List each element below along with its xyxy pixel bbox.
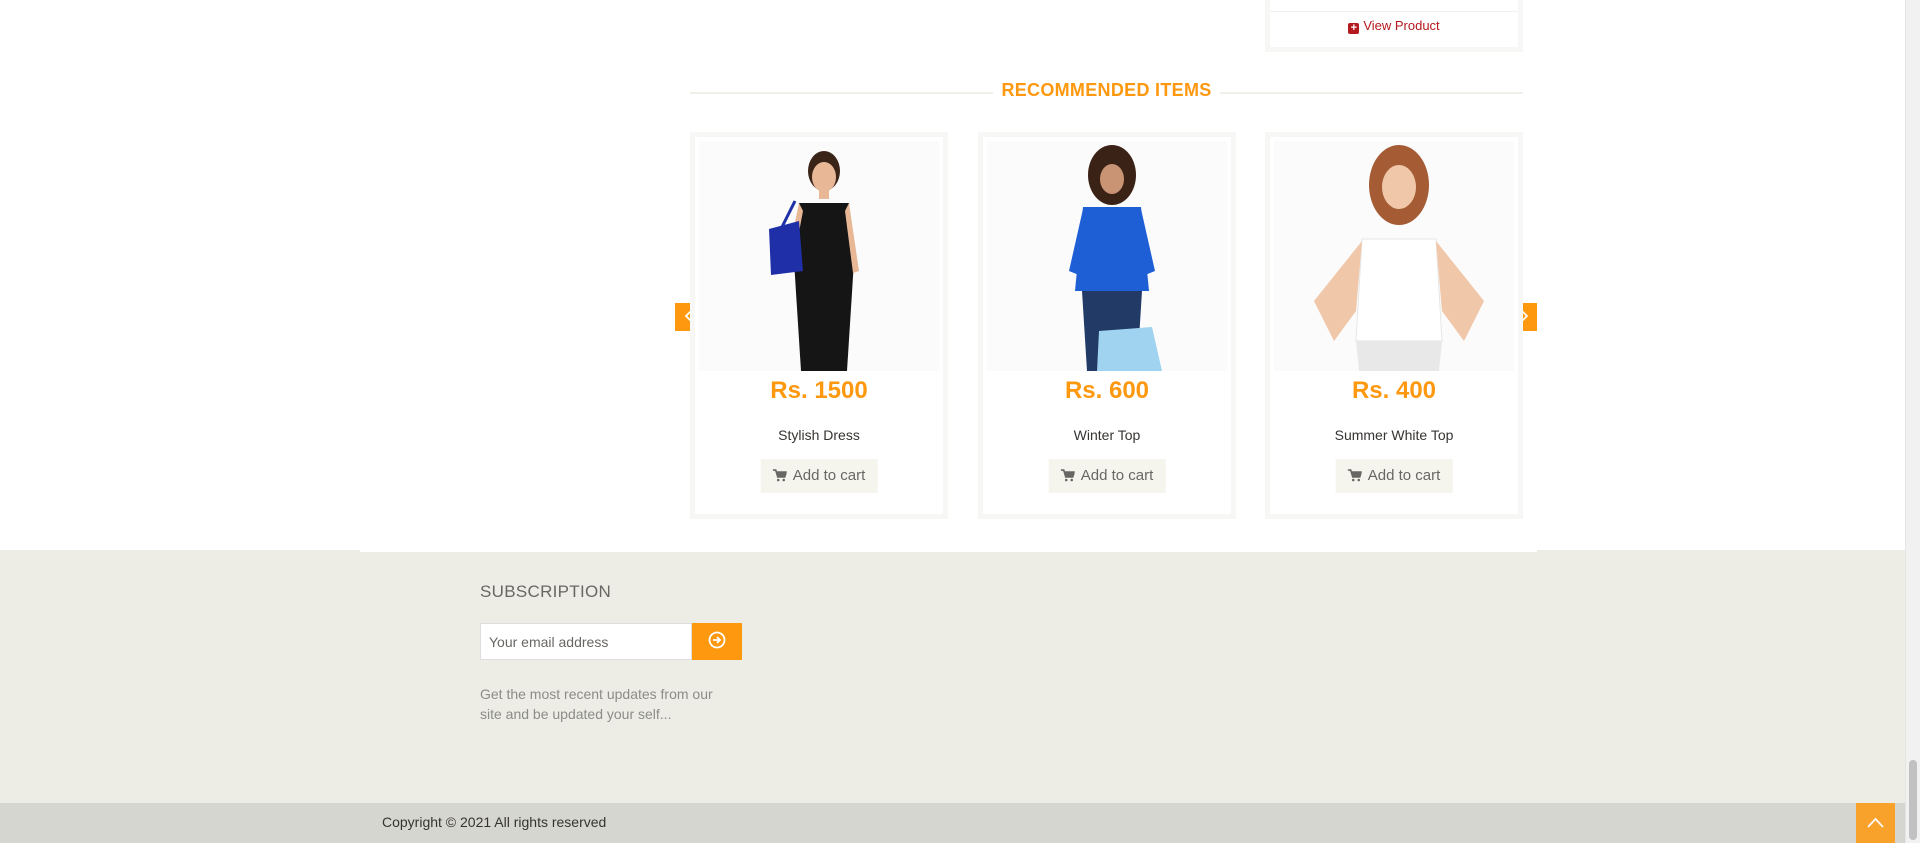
product-price: Rs. 600 [1064,377,1150,404]
plus-square-icon: + [1348,23,1360,34]
product-name: Summer White Top [1334,427,1454,443]
subscription-description: Get the most recent updates from our sit… [480,686,713,722]
product-price: Rs. 400 [1351,377,1437,404]
add-to-cart-button[interactable]: Add to cart [760,459,878,493]
shopping-cart-icon [772,469,787,482]
footer-widget [0,550,1905,803]
scrollbar-thumb[interactable] [1909,760,1917,840]
product-image-winter-top[interactable] [987,141,1227,371]
product-card: Rs. 600 Winter Top Add to cart [978,132,1236,519]
subscribe-button[interactable] [692,623,742,660]
shopping-cart-icon [1060,469,1075,482]
add-to-cart-label: Add to cart [1367,467,1441,484]
product-image-stylish-dress[interactable] [699,141,939,371]
product-name: Winter Top [1073,427,1141,443]
view-product-label: View Product [1363,18,1440,33]
product-card-top: + View Product [1265,0,1523,52]
subscription-email-input[interactable] [480,623,692,660]
scroll-up-button[interactable] [1856,803,1895,843]
recommended-title: RECOMMENDED ITEMS [993,80,1220,100]
view-product-link[interactable]: + View Product [1270,18,1518,34]
product-image-summer-white-top[interactable] [1274,141,1514,371]
add-to-cart-button[interactable]: Add to cart [1335,459,1453,493]
copyright-text: Copyright © 2021 All rights reserved [382,814,607,830]
subscription-title: SUBSCRIPTION [480,582,612,601]
product-card: Rs. 1500 Stylish Dress Add to cart [690,132,948,519]
shopping-cart-icon [1347,469,1362,482]
woman-blue-top-illustration [987,141,1227,371]
product-card: Rs. 400 Summer White Top Add to cart [1265,132,1523,519]
add-to-cart-label: Add to cart [792,467,866,484]
add-to-cart-button[interactable]: Add to cart [1048,459,1166,493]
woman-dress-illustration [699,141,939,371]
footer-bottom [0,803,1905,843]
add-to-cart-label: Add to cart [1080,467,1154,484]
card-divider [1270,11,1518,12]
product-price: Rs. 1500 [770,377,868,404]
page-scrollbar[interactable] [1905,0,1920,843]
chevron-up-icon [1867,817,1884,828]
arrow-circle-right-icon [708,631,726,649]
product-name: Stylish Dress [778,427,860,443]
recommended-header: RECOMMENDED ITEMS [690,80,1523,104]
woman-white-top-illustration [1274,141,1514,371]
